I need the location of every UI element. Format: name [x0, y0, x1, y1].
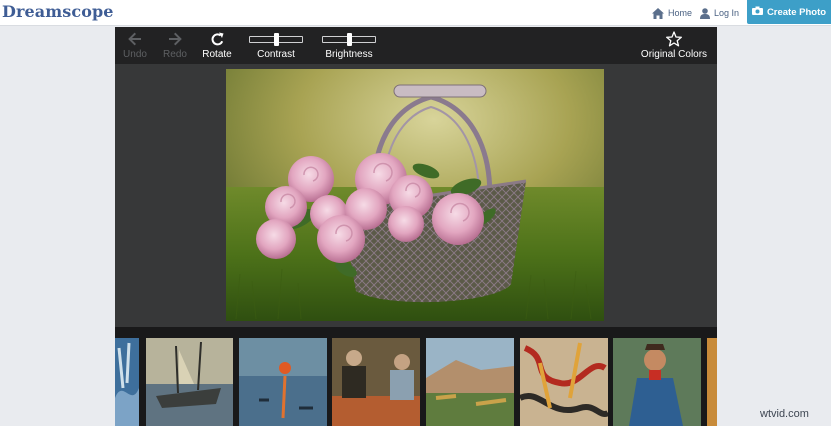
contrast-slider[interactable] — [249, 30, 303, 48]
rotate-label: Rotate — [202, 49, 232, 60]
redo-label: Redo — [163, 49, 187, 60]
style-thumbnail[interactable] — [332, 338, 420, 426]
style-thumbnail[interactable] — [520, 338, 608, 426]
create-photo-label: Create Photo — [766, 6, 827, 18]
contrast-slider-handle[interactable] — [273, 33, 279, 46]
main-photo — [226, 69, 604, 321]
contrast-control: Contrast — [249, 30, 303, 60]
star-icon — [666, 30, 682, 48]
create-photo-button[interactable]: Create Photo — [747, 0, 831, 24]
brightness-control: Brightness — [322, 30, 376, 60]
style-thumbnail-strip — [115, 327, 717, 426]
brightness-label: Brightness — [325, 49, 373, 60]
brightness-slider-handle[interactable] — [346, 33, 352, 46]
contrast-label: Contrast — [257, 49, 295, 60]
style-thumbnail[interactable] — [115, 338, 139, 426]
undo-button[interactable]: Undo — [120, 30, 150, 60]
nav-home-label: Home — [668, 8, 693, 18]
photo-editor: Undo Redo Rotate Contrast Brightness Ori… — [115, 27, 717, 426]
editor-toolbar: Undo Redo Rotate Contrast Brightness Ori… — [115, 27, 717, 64]
user-icon — [700, 7, 710, 19]
nav-login-label: Log In — [714, 8, 740, 18]
watermark: wtvid.com — [760, 408, 809, 420]
rotate-button[interactable]: Rotate — [201, 30, 233, 60]
logo[interactable]: Dreamscope — [2, 2, 114, 21]
original-colors-button[interactable]: Original Colors — [639, 30, 709, 60]
redo-button[interactable]: Redo — [161, 30, 189, 60]
style-thumbnail[interactable] — [146, 338, 233, 426]
nav-login-link[interactable]: Log In — [700, 5, 739, 21]
arrow-right-icon — [168, 30, 182, 48]
brightness-slider[interactable] — [322, 30, 376, 48]
style-thumbnail[interactable] — [613, 338, 701, 426]
style-thumbnail[interactable] — [239, 338, 327, 426]
arrow-left-icon — [128, 30, 142, 48]
nav-home-link[interactable]: Home — [652, 5, 692, 21]
style-thumbnail[interactable] — [707, 338, 717, 426]
camera-icon — [751, 6, 763, 18]
undo-label: Undo — [123, 49, 147, 60]
top-navbar: Dreamscope Home Log In Create Photo — [0, 0, 831, 26]
rotate-icon — [210, 30, 225, 48]
style-thumbnail[interactable] — [426, 338, 514, 426]
home-icon — [652, 7, 664, 19]
original-colors-label: Original Colors — [640, 49, 708, 60]
